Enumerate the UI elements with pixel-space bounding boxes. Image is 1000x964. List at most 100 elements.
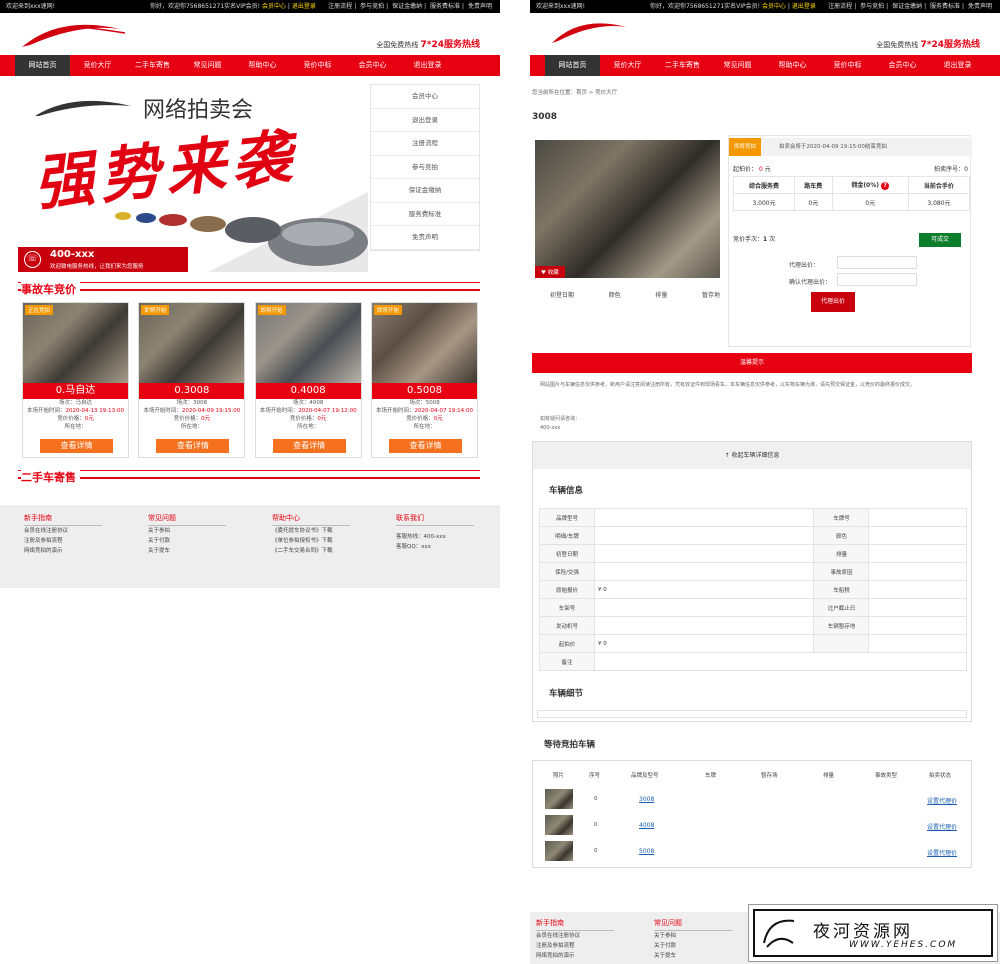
logout-link[interactable]: 退出登录	[792, 3, 816, 10]
top-link-deposit[interactable]: 保证金缴纳	[392, 3, 422, 10]
table-row: 品牌型号 车牌号	[539, 508, 967, 527]
proxy-bid-input[interactable]	[837, 256, 917, 269]
auction-card[interactable]: 即将开始 0.3008 场次：3008 本场开始时间：2020-04-09 19…	[138, 302, 246, 458]
view-details-button[interactable]: 查看详情	[388, 439, 462, 453]
top-bar: 欢迎来到xxx速网! 你好，欢迎你7568651271实名VIP会员! 会员中心…	[0, 0, 500, 13]
auction-card[interactable]: 即将开始 0.4008 场次：4008 本场开始时间：2020-04-07 19…	[254, 302, 362, 458]
side-menu-disclaimer[interactable]: 免责声明	[371, 226, 479, 250]
member-center-link[interactable]: 会员中心	[762, 3, 786, 10]
card-title[interactable]: 0.3008	[139, 383, 245, 399]
view-details-button[interactable]: 查看详情	[156, 439, 230, 453]
favorite-button[interactable]: ♥ 收藏	[535, 266, 565, 278]
nav-used-car[interactable]: 二手车寄售	[125, 55, 180, 76]
nav-bidding-hall[interactable]: 竞价大厅	[70, 55, 125, 76]
auction-card[interactable]: 即将开始 0.5008 场次：5008 本场开始时间：2020-04-07 19…	[370, 302, 478, 458]
confirm-proxy-bid-input[interactable]	[837, 273, 917, 286]
nav-home[interactable]: 网站首页	[15, 55, 70, 76]
banner-swoosh-icon	[35, 100, 131, 116]
side-menu-fee[interactable]: 服务费标准	[371, 203, 479, 226]
status-badge: 即将开始	[141, 305, 170, 315]
footer-col-help: 帮助中心 《委托提车协议书》下载 《单位参拍授权书》下载 《二手车交易合同》下载	[272, 513, 350, 556]
set-proxy-link[interactable]: 设置代理价	[927, 822, 957, 831]
top-link-bid[interactable]: 参与竞拍	[360, 3, 384, 10]
logo-swoosh-icon[interactable]	[20, 17, 130, 51]
start-price: 起拍价： 0 元	[733, 166, 771, 173]
site-footer: 新手指南 会员在线注册协议 注册及参拍流程 网络竞拍的演示 常见问题 关于参拍 …	[0, 505, 500, 588]
welcome-text: 欢迎来到xxx速网!	[6, 3, 56, 10]
nav-help[interactable]: 帮助中心	[235, 55, 290, 76]
car-photo[interactable]: 即将开始	[371, 303, 477, 383]
side-menu-member[interactable]: 会员中心	[371, 85, 479, 109]
nav-won-bids[interactable]: 竞价中标	[290, 55, 345, 76]
card-title[interactable]: 0.5008	[371, 383, 477, 399]
waiting-title: 等待竞拍车辆	[544, 740, 596, 750]
status-badge: 即将竞拍	[729, 138, 762, 156]
spec-summary: 初登日期 颜色 排量 暂存地	[550, 292, 720, 299]
waiting-table: 照片 序号 品牌及型号 车牌 暂存场 排量 事故类型 拍卖状态 0 3008 设…	[532, 760, 972, 868]
hero-banner[interactable]: 网络拍卖会 强势来袭 ☏ 400-xxx 欢迎致电服务热线，让我们来为您服务	[18, 82, 368, 272]
section-used-header: 二手车寄售	[18, 466, 480, 485]
main-nav: 网站首页 竞价大厅 二手车寄售 常见问题 帮助中心 竞价中标 会员中心 退出登录	[530, 55, 1000, 76]
logout-link[interactable]: 退出登录	[292, 3, 316, 10]
ornament-icon	[763, 919, 795, 948]
auction-cards: 正在竞拍 0.马自达 场次：马自达 本场开始时间：2020-04-13 19:1…	[22, 302, 478, 458]
model-link[interactable]: 3008	[639, 796, 654, 803]
top-link-disclaimer[interactable]: 免责声明	[468, 3, 492, 10]
set-proxy-link[interactable]: 设置代理价	[927, 796, 957, 805]
card-title[interactable]: 0.4008	[255, 383, 361, 399]
car-main-photo[interactable]: ♥ 收藏	[535, 140, 720, 278]
view-details-button[interactable]: 查看详情	[40, 439, 113, 453]
hotline-banner: ☏ 400-xxx 欢迎致电服务热线，让我们来为您服务	[18, 247, 188, 272]
footer-col-faq: 常见问题 关于参拍 关于付款 关于提车	[148, 513, 226, 556]
bid-panel: 即将竞拍 拍卖会将于2020-04-09 19:15:00结束竞拍 起拍价： 0…	[728, 135, 972, 347]
car-photo[interactable]: 即将开始	[255, 303, 361, 383]
detail-page-panel: 欢迎来到xxx速网! 你好，欢迎你7568651271实名VIP会员! 会员中心…	[530, 0, 1000, 964]
view-details-button[interactable]: 查看详情	[272, 439, 346, 453]
collapse-toggle[interactable]: ↑ 收起车辆详细信息	[533, 442, 971, 469]
model-link[interactable]: 5008	[639, 848, 654, 855]
notice-bar: 温馨提示	[532, 353, 972, 373]
homepage-panel: 欢迎来到xxx速网! 你好，欢迎你7568651271实名VIP会员! 会员中心…	[0, 0, 500, 590]
logo-swoosh-icon[interactable]	[550, 17, 630, 47]
nav-faq[interactable]: 常见问题	[180, 55, 235, 76]
hotline-number: 7*24服务热线	[420, 40, 481, 50]
side-menu-deposit[interactable]: 保证金缴纳	[371, 179, 479, 203]
consult-phone: 400-xxx	[540, 425, 561, 431]
deal-button[interactable]: 可成交	[919, 233, 961, 247]
car-photo[interactable]: 即将开始	[139, 303, 245, 383]
auction-card[interactable]: 正在竞拍 0.马自达 场次：马自达 本场开始时间：2020-04-13 19:1…	[22, 302, 129, 458]
table-row: 明细/车牌 颜色	[539, 526, 967, 545]
help-icon[interactable]: ?	[881, 182, 890, 190]
top-link-fee[interactable]: 服务费标准	[430, 3, 460, 10]
side-menu-bid[interactable]: 参与竞拍	[371, 156, 479, 179]
site-header: 全国免费热线 7*24服务热线	[530, 13, 1000, 55]
member-center-link[interactable]: 会员中心	[262, 3, 286, 10]
lot-number: 拍卖序号：0	[934, 166, 968, 173]
model-link[interactable]: 4008	[639, 822, 654, 829]
side-menu-logout[interactable]: 退出登录	[371, 109, 479, 132]
main-nav: 网站首页 竞价大厅 二手车寄售 常见问题 帮助中心 竞价中标 会员中心 退出登录	[0, 55, 500, 76]
breadcrumb[interactable]: 您当前所在位置：首页 > 竞价大厅	[532, 88, 617, 96]
nav-member[interactable]: 会员中心	[345, 55, 400, 76]
vehicle-detail-title: 车辆细节	[549, 689, 584, 699]
car-thumbnail[interactable]	[545, 815, 573, 835]
set-proxy-link[interactable]: 设置代理价	[927, 848, 957, 857]
car-thumbnail[interactable]	[545, 841, 573, 861]
side-menu: 会员中心 退出登录 注册流程 参与竞拍 保证金缴纳 服务费标准 免责声明	[370, 84, 480, 251]
top-link-register[interactable]: 注册流程	[328, 3, 352, 10]
greeting-text: 你好，欢迎你7568651271实名VIP会员! 会员中心 | 退出登录	[150, 3, 316, 10]
watermark-stamp: 夜河资源网 WWW.YEHES.COM	[748, 904, 998, 962]
proxy-bid-button[interactable]: 代理出价	[811, 292, 855, 312]
vehicle-info-table: 品牌型号 车牌号 明细/车牌 颜色 初登日期 排量 保险/交强 事故原因 原始报价 ¥ 0 车船税车…	[539, 508, 967, 671]
car-photo[interactable]: 正在竞拍	[23, 303, 128, 383]
status-badge: 即将开始	[257, 305, 286, 315]
fee-table: 综合服务费 路车费 佣金(0%) ? 当前合手价 3,000元 0元 0元 3,…	[732, 176, 971, 211]
car-thumbnail[interactable]	[545, 789, 573, 809]
consult-label: 如有疑问请咨询：	[540, 416, 581, 422]
side-menu-register[interactable]: 注册流程	[371, 132, 479, 156]
top-links: 注册流程 | 参与竞拍 | 保证金缴纳 | 服务费标准 | 免责声明	[328, 3, 492, 10]
nav-logout[interactable]: 退出登录	[400, 55, 455, 76]
table-row: 备注	[539, 652, 967, 671]
site-header: 全国免费热线 7*24服务热线	[0, 13, 500, 55]
card-title[interactable]: 0.马自达	[23, 383, 128, 399]
